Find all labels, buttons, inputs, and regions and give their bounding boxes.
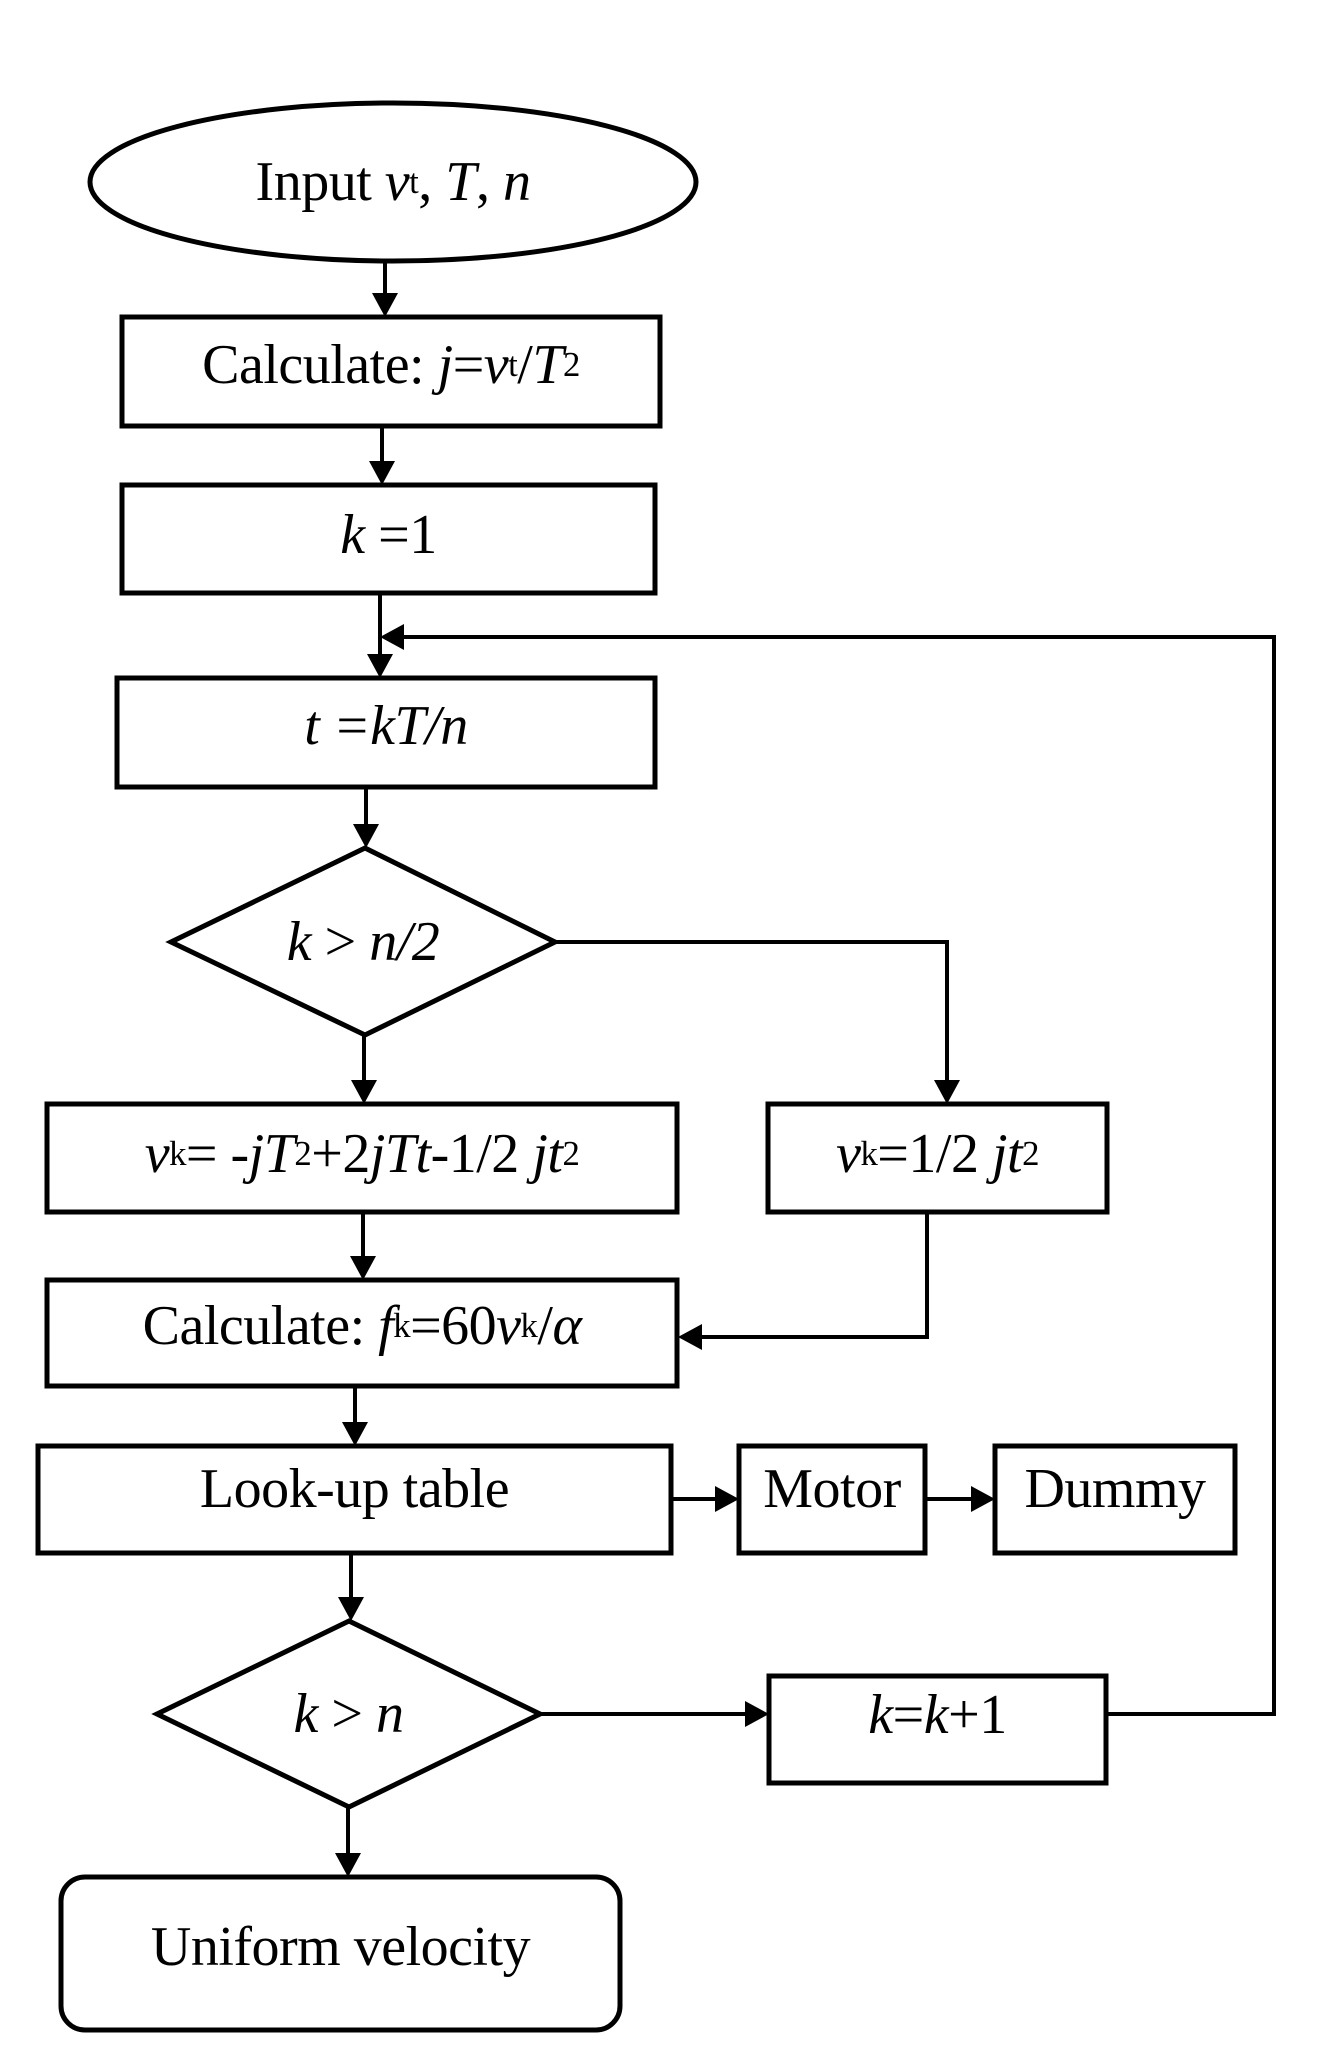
increment-k1: k xyxy=(868,1684,893,1746)
decision-end-k: k xyxy=(293,1683,319,1745)
calc-f-alpha: α xyxy=(552,1295,582,1357)
calc-f-f-sub: k xyxy=(393,1305,411,1345)
lookup-text: Look-up table xyxy=(199,1458,510,1520)
edge-start-to-calc-j xyxy=(372,261,398,317)
calc-f-prefix: Calculate: xyxy=(142,1295,379,1357)
calc-j-v-sub: t xyxy=(508,344,518,384)
vk-accel-v: v xyxy=(836,1123,861,1185)
increment-k2: k xyxy=(923,1684,949,1746)
increment-node-label: k = k +1 xyxy=(769,1676,1106,1754)
calc-f-v: v xyxy=(496,1295,521,1357)
vk-accel-node-label: v k =1/2 jt 2 xyxy=(768,1104,1107,1204)
edge-decision-half-to-vk-decel xyxy=(351,1035,377,1104)
calc-f-node-label: Calculate: f k =60 v k / α xyxy=(47,1280,677,1372)
decision-end-rhs: n xyxy=(375,1683,404,1745)
calc-f-v-sub: k xyxy=(520,1305,538,1345)
motor-node-label: Motor xyxy=(739,1446,925,1532)
vk-decel-t2: +2 xyxy=(311,1123,370,1185)
vk-decel-v: v xyxy=(144,1123,170,1185)
increment-eq: = xyxy=(892,1684,925,1746)
vk-decel-t5: jt xyxy=(532,1123,563,1185)
vk-decel-v-sub: k xyxy=(169,1133,186,1173)
calc-f-slash: / xyxy=(537,1295,553,1357)
init-k-rest: =1 xyxy=(364,504,437,566)
vk-decel-t1: -jT xyxy=(230,1123,295,1185)
vk-accel-v-sub: k xyxy=(860,1133,878,1173)
calc-j-eq: = xyxy=(452,334,485,396)
vk-accel-eq: =1/2 xyxy=(877,1123,992,1185)
calc-j-T: T xyxy=(532,334,564,396)
decision-end-op: > xyxy=(317,1683,376,1745)
start-var-v: v xyxy=(384,151,410,213)
calc-j-node-label: Calculate: j = v t / T 2 xyxy=(122,317,660,413)
init-k-var: k xyxy=(340,504,365,566)
dummy-text: Dummy xyxy=(1024,1458,1206,1520)
edge-calc-t-to-decision-half xyxy=(353,787,379,848)
edge-vk-decel-to-calc-f xyxy=(350,1212,376,1280)
start-var-T: T xyxy=(445,151,476,213)
edge-motor-to-dummy xyxy=(925,1486,995,1512)
vk-accel-e1: 2 xyxy=(1022,1133,1039,1173)
vk-decel-e1: 2 xyxy=(294,1133,312,1173)
vk-accel-t1: jt xyxy=(991,1123,1023,1185)
end-text: Uniform velocity xyxy=(150,1916,531,1978)
decision-half-label: k > n/2 xyxy=(171,848,555,1035)
calc-f-f: f xyxy=(378,1295,394,1357)
init-k-node-label: k =1 xyxy=(122,485,655,585)
edge-vk-accel-to-calc-f xyxy=(678,1212,929,1350)
calc-t-node-label: t =kT/n xyxy=(117,678,655,774)
start-sep1: , xyxy=(418,151,446,213)
vk-decel-node-label: v k = -jT 2 +2 jTt -1/2 jt 2 xyxy=(47,1104,677,1204)
calc-f-eq: =60 xyxy=(410,1295,497,1357)
edge-lookup-to-motor xyxy=(671,1486,739,1512)
calc-j-lhs: j xyxy=(437,334,454,396)
vk-decel-t3: jTt xyxy=(369,1123,431,1185)
edge-decision-end-to-end xyxy=(335,1807,361,1877)
end-node-label: Uniform velocity xyxy=(61,1877,620,2017)
start-var-v-sub: t xyxy=(409,161,419,201)
decision-end-label: k > n xyxy=(157,1621,540,1807)
motor-text: Motor xyxy=(763,1458,901,1520)
start-var-n: n xyxy=(502,151,531,213)
calc-j-v: v xyxy=(483,334,509,396)
start-node-label: Input vt, T, n xyxy=(90,103,696,261)
edge-lookup-to-decision-end xyxy=(338,1553,364,1621)
edge-decision-half-to-vk-accel xyxy=(555,940,960,1104)
edge-calc-f-to-lookup xyxy=(342,1386,368,1446)
start-prefix: Input xyxy=(255,151,385,213)
increment-rest: +1 xyxy=(948,1684,1007,1746)
edge-decision-end-to-increment xyxy=(540,1701,769,1727)
start-sep2: , xyxy=(475,151,503,213)
lookup-node-label: Look-up table xyxy=(38,1446,671,1532)
decision-half-rhs: n/2 xyxy=(369,910,440,973)
vk-decel-t4: -1/2 xyxy=(430,1123,533,1185)
calc-j-prefix: Calculate: xyxy=(202,334,438,396)
calc-j-exp: 2 xyxy=(563,344,580,384)
decision-half-op: > xyxy=(311,910,370,973)
calc-j-slash: / xyxy=(517,334,533,396)
decision-half-k: k xyxy=(286,910,312,973)
vk-decel-e2: 2 xyxy=(562,1133,580,1173)
calc-t-text: t =kT/n xyxy=(304,695,468,757)
dummy-node-label: Dummy xyxy=(995,1446,1235,1532)
vk-decel-eq: = xyxy=(185,1123,231,1185)
edge-calc-j-to-init-k xyxy=(369,426,395,485)
